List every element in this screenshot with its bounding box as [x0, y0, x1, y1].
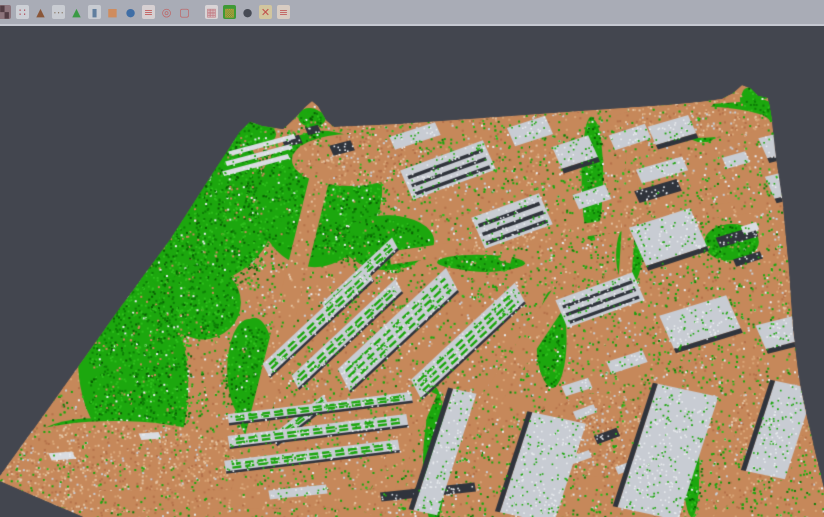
dsm-terrain-icon[interactable]: ▲: [70, 5, 83, 19]
globe-3d-icon[interactable]: ●: [124, 5, 137, 19]
main-toolbar: ▚ ∷ ▲ ⋯ ▲ ▮ ■ ● ≡ ◎ ▢ ▦ ▩ ● ✕ ≡: [0, 0, 824, 26]
delete-class-icon[interactable]: ✕: [259, 5, 272, 19]
classified-points-icon[interactable]: ∷: [16, 5, 29, 19]
dtm-terrain-icon[interactable]: ▲: [34, 5, 47, 19]
layers-icon[interactable]: ≡: [142, 5, 155, 19]
select-mask-icon[interactable]: ▚: [0, 5, 11, 19]
grid-cells-icon[interactable]: ▦: [205, 5, 218, 19]
measure-lines-icon[interactable]: ≡: [277, 5, 290, 19]
class-palette-icon[interactable]: ▩: [223, 5, 236, 19]
profile-view-icon[interactable]: ▮: [88, 5, 101, 19]
camera-view-icon[interactable]: ●: [241, 5, 254, 19]
rect-select-icon[interactable]: ▢: [178, 5, 191, 19]
low-points-icon[interactable]: ⋯: [52, 5, 65, 19]
ortho-image-icon[interactable]: ■: [106, 5, 119, 19]
3d-viewport[interactable]: [0, 0, 824, 517]
circle-select-icon[interactable]: ◎: [160, 5, 173, 19]
pointcloud-app-window: ▚ ∷ ▲ ⋯ ▲ ▮ ■ ● ≡ ◎ ▢ ▦ ▩ ● ✕ ≡: [0, 0, 824, 517]
